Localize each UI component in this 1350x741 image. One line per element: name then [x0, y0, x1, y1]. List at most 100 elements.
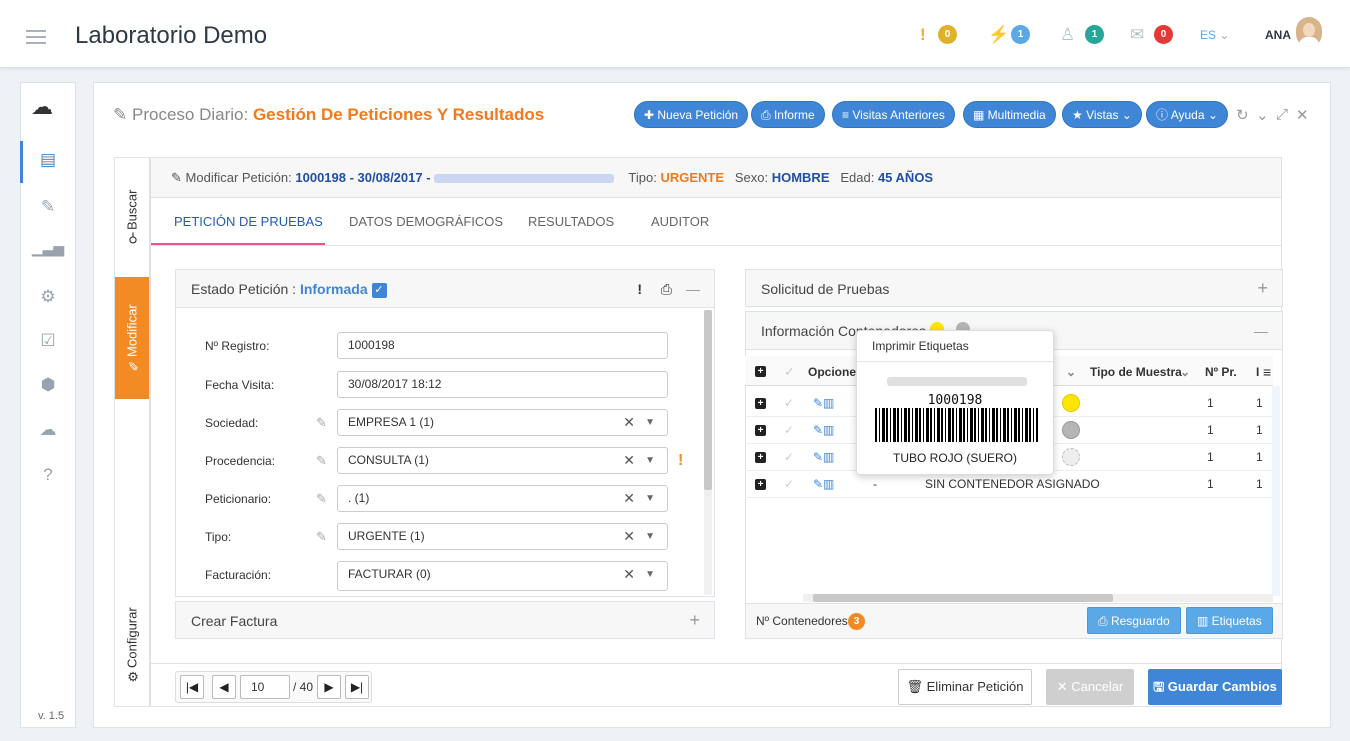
expand-plus-icon[interactable]: +	[689, 610, 700, 631]
user-name[interactable]: ANA	[1265, 28, 1291, 42]
sociedad-select[interactable]: EMPRESA 1 (1) ✕ ▼	[337, 409, 668, 436]
tab-resultados[interactable]: RESULTADOS	[528, 214, 614, 229]
gear-icon[interactable]: ⚙	[21, 287, 75, 307]
check-all-icon[interactable]: ✓	[784, 364, 795, 380]
facturacion-select[interactable]: FACTURAR (0) ✕ ▼	[337, 561, 668, 591]
col-opciones[interactable]: Opciones	[808, 358, 863, 386]
tab-auditor[interactable]: AUDITOR	[651, 214, 709, 229]
cancel-button[interactable]: ✕ Cancelar	[1046, 669, 1134, 705]
clear-icon[interactable]: ✕	[623, 448, 635, 473]
alert-icon[interactable]: !	[920, 25, 926, 45]
language-select[interactable]: ES ⌄	[1200, 28, 1229, 42]
help-button[interactable]: ⓘ Ayuda ⌄	[1146, 101, 1228, 128]
expand-row-icon[interactable]: +	[755, 398, 766, 409]
row-check-icon[interactable]: ✓	[784, 444, 794, 471]
collapse-icon[interactable]: —	[686, 270, 700, 308]
row-check-icon[interactable]: ✓	[784, 471, 794, 498]
wrench-icon[interactable]: ✎▥	[813, 390, 834, 417]
avatar[interactable]	[1296, 17, 1322, 47]
chevron-down-icon[interactable]: ⌄	[1180, 358, 1190, 386]
tab-modify[interactable]: ✎ Modificar	[115, 277, 149, 399]
inbox-badge[interactable]: 0	[1154, 25, 1173, 44]
wrench-icon[interactable]: ✎▥	[813, 417, 834, 444]
peticionario-select[interactable]: . (1) ✕ ▼	[337, 485, 668, 512]
expand-icon[interactable]: ⤢	[1276, 106, 1288, 123]
col-i[interactable]: I	[1256, 358, 1259, 386]
wrench-icon[interactable]: ✎▥	[813, 444, 834, 471]
tipo-select[interactable]: URGENTE (1) ✕ ▼	[337, 523, 668, 550]
multimedia-button[interactable]: ▦ Multimedia	[963, 101, 1056, 128]
close-icon[interactable]: ✕	[1296, 106, 1309, 124]
caret-down-icon[interactable]: ▼	[645, 486, 655, 511]
chevron-down-icon[interactable]: ⌄	[1066, 358, 1076, 386]
expand-row-icon[interactable]: +	[755, 425, 766, 436]
wrench-icon[interactable]: ✎	[21, 197, 75, 217]
clear-icon[interactable]: ✕	[623, 524, 635, 549]
procedencia-select[interactable]: CONSULTA (1) ✕ ▼	[337, 447, 668, 474]
resguardo-button[interactable]: ⎙ Resguardo	[1087, 607, 1181, 634]
menu-icon[interactable]	[26, 30, 46, 44]
clear-icon[interactable]: ✕	[623, 486, 635, 511]
caret-down-icon[interactable]: ▼	[645, 524, 655, 549]
table-row[interactable]: + ✓ ✎▥ - SIN CONTENEDOR ASIGNADO 1 1	[745, 471, 1273, 498]
table-vscroll[interactable]	[1272, 386, 1280, 596]
inbox-icon[interactable]: ✉	[1130, 25, 1144, 45]
wrench-icon[interactable]: ✎	[316, 491, 327, 507]
caret-down-icon[interactable]: ▼	[645, 410, 655, 435]
print-icon[interactable]: ⎙	[661, 270, 672, 308]
delete-request-button[interactable]: 🗑 Eliminar Petición	[898, 669, 1032, 705]
table-hscroll[interactable]	[803, 594, 1273, 602]
next-page-button[interactable]: ▶	[317, 675, 341, 699]
col-tipo-muestra[interactable]: Tipo de Muestra	[1090, 358, 1182, 386]
expand-row-icon[interactable]: +	[755, 452, 766, 463]
report-button[interactable]: ⎙ Informe	[751, 101, 825, 128]
etiquetas-button[interactable]: ▥ Etiquetas	[1186, 607, 1273, 634]
expand-row-icon[interactable]: +	[755, 479, 766, 490]
tab-configure[interactable]: ⚙ Configurar	[115, 590, 149, 700]
calendar-check-icon[interactable]: ☑	[21, 331, 75, 351]
caret-down-icon[interactable]: ▼	[645, 562, 655, 587]
registro-input[interactable]: 1000198	[337, 332, 668, 359]
clear-icon[interactable]: ✕	[623, 562, 635, 587]
refresh-icon[interactable]: ↻	[1236, 106, 1249, 124]
tab-search[interactable]: ⚲ Buscar	[115, 162, 149, 272]
first-page-button[interactable]: |◀	[180, 675, 204, 699]
bar-chart-icon[interactable]: ▁▃▅	[21, 240, 75, 257]
checkbox-icon[interactable]: ✓	[371, 282, 387, 298]
fecha-input[interactable]: 30/08/2017 18:12	[337, 371, 668, 398]
collapse-icon[interactable]: —	[1254, 312, 1268, 350]
new-request-button[interactable]: ✚ Nueva Petición	[634, 101, 749, 128]
views-button[interactable]: ★ Vistas ⌄	[1062, 101, 1142, 128]
last-page-button[interactable]: ▶|	[345, 675, 369, 699]
plug-icon[interactable]: ⚡	[988, 25, 1009, 45]
save-button[interactable]: 🖫 Guardar Cambios	[1148, 669, 1282, 705]
cloud-solid-icon[interactable]: ☁	[21, 420, 75, 440]
wrench-icon[interactable]: ✎	[316, 529, 327, 545]
clear-icon[interactable]: ✕	[623, 410, 635, 435]
alert-icon[interactable]: !	[637, 270, 642, 308]
alert-badge[interactable]: 0	[938, 25, 957, 44]
previous-visits-button[interactable]: ≡ Visitas Anteriores	[832, 101, 955, 128]
cloud-icon[interactable]: ☁	[31, 94, 53, 120]
wrench-icon[interactable]: ✎	[316, 453, 327, 469]
users-icon[interactable]: ♙	[1060, 25, 1075, 45]
help-icon[interactable]: ?	[21, 465, 75, 485]
form-scrollbar[interactable]	[704, 310, 712, 595]
wrench-icon[interactable]: ✎	[316, 415, 327, 431]
tab-peticion[interactable]: PETICIÓN DE PRUEBAS	[174, 214, 323, 229]
column-menu-icon[interactable]: ≡	[1263, 358, 1271, 386]
plug-badge[interactable]: 1	[1011, 25, 1030, 44]
col-num-pruebas[interactable]: Nº Pr.	[1205, 358, 1237, 386]
wrench-icon[interactable]: ✎▥	[813, 471, 834, 498]
row-check-icon[interactable]: ✓	[784, 390, 794, 417]
collapse-icon[interactable]: ⌄	[1256, 106, 1269, 124]
cube-icon[interactable]: ⬢	[21, 375, 75, 395]
prev-page-button[interactable]: ◀	[212, 675, 236, 699]
users-badge[interactable]: 1	[1085, 25, 1104, 44]
crear-factura-panel[interactable]: Crear Factura +	[175, 601, 715, 639]
tab-demograficos[interactable]: DATOS DEMOGRÁFICOS	[349, 214, 503, 229]
row-check-icon[interactable]: ✓	[784, 417, 794, 444]
page-input[interactable]: 10	[240, 675, 290, 699]
caret-down-icon[interactable]: ▼	[645, 448, 655, 473]
newspaper-icon[interactable]: ▤	[21, 150, 75, 170]
